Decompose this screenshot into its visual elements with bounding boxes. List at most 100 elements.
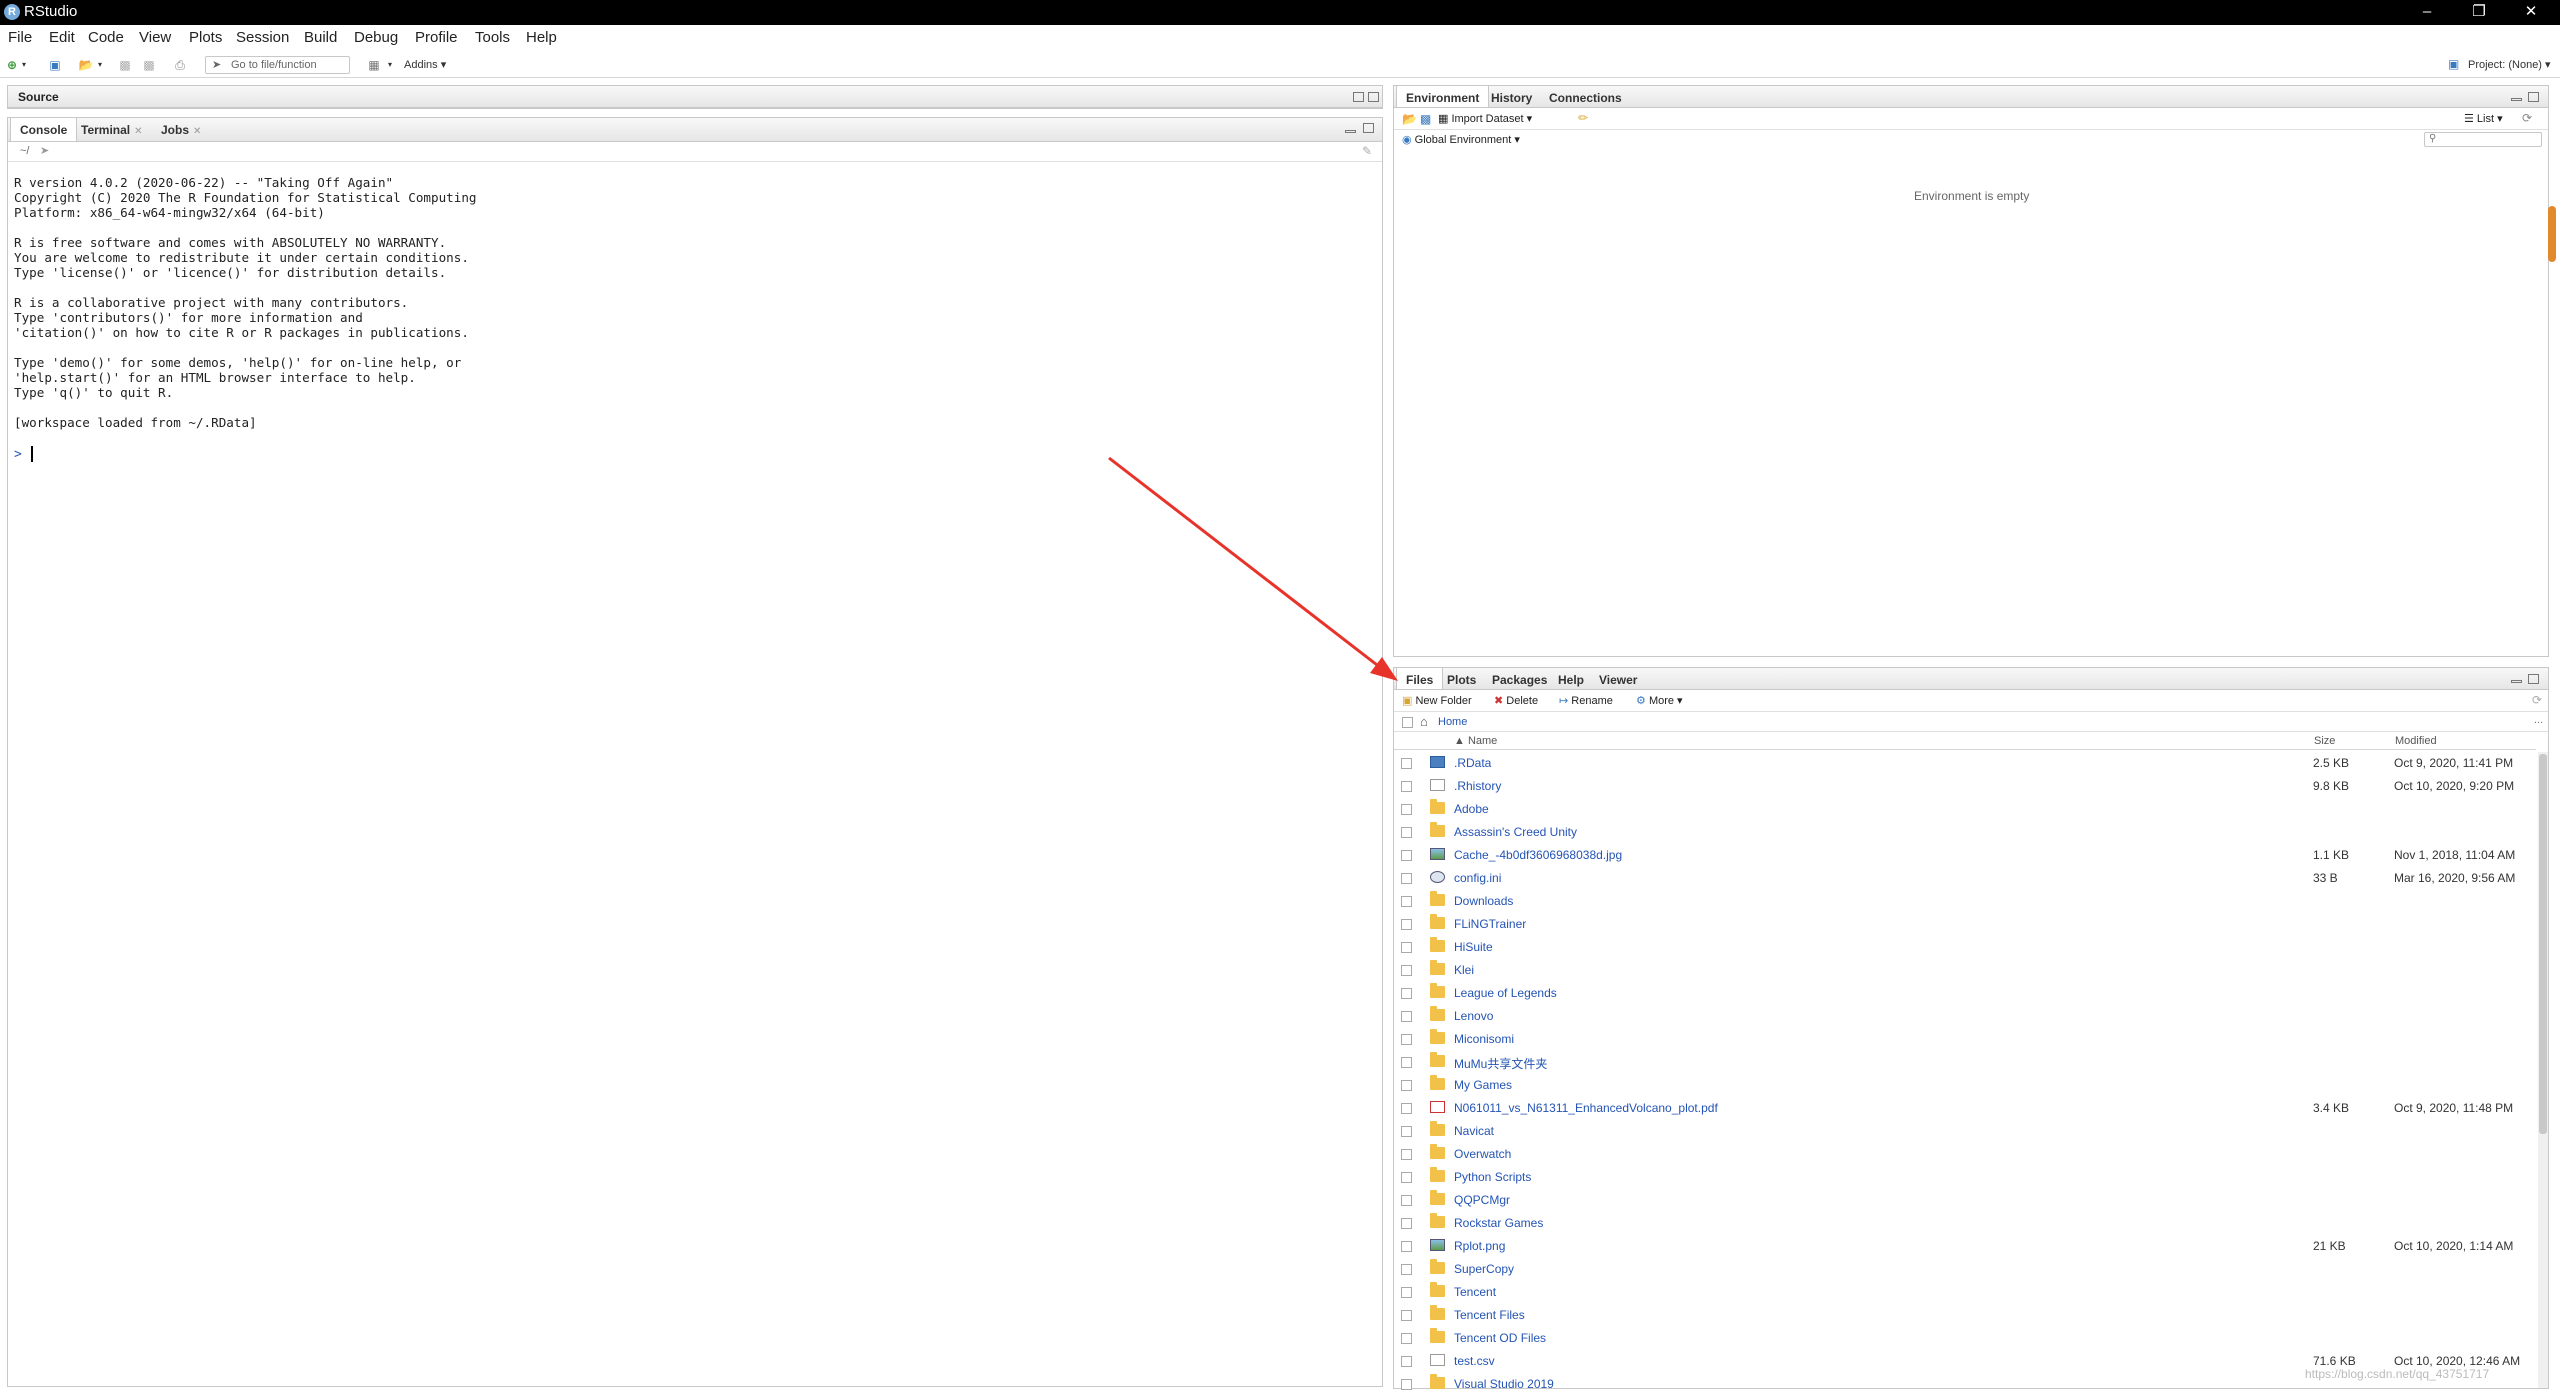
file-row-checkbox[interactable]	[1401, 1195, 1412, 1206]
file-row-checkbox[interactable]	[1401, 919, 1412, 930]
file-row[interactable]: Python Scripts	[1393, 1166, 2541, 1189]
file-name[interactable]: Tencent OD Files	[1454, 1331, 1546, 1345]
file-row[interactable]: config.ini 33 B Mar 16, 2020, 9:56 AM	[1393, 867, 2541, 890]
new-project-icon[interactable]: ▣	[46, 58, 64, 72]
file-name[interactable]: test.csv	[1454, 1354, 1495, 1368]
file-row[interactable]: .RData 2.5 KB Oct 9, 2020, 11:41 PM	[1393, 752, 2541, 775]
menu-edit[interactable]: Edit	[49, 29, 75, 46]
file-name[interactable]: My Games	[1454, 1078, 1512, 1092]
scroll-indicator[interactable]	[2548, 206, 2556, 262]
file-name[interactable]: Cache_-4b0df3606968038d.jpg	[1454, 848, 1622, 862]
file-row[interactable]: N061011_vs_N61311_EnhancedVolcano_plot.p…	[1393, 1097, 2541, 1120]
file-row[interactable]: SuperCopy	[1393, 1258, 2541, 1281]
file-row-checkbox[interactable]	[1401, 873, 1412, 884]
go-to-directory-icon[interactable]: ➤	[40, 144, 49, 157]
select-all-checkbox[interactable]	[1402, 717, 1413, 728]
addins-menu[interactable]: Addins ▾	[404, 58, 446, 71]
more-path-button[interactable]: ...	[2534, 714, 2543, 726]
minimize-pane-icon[interactable]	[2511, 680, 2522, 683]
file-row[interactable]: Navicat	[1393, 1120, 2541, 1143]
file-name[interactable]: Klei	[1454, 963, 1474, 977]
file-row-checkbox[interactable]	[1401, 1264, 1412, 1275]
file-row[interactable]: Lenovo	[1393, 1005, 2541, 1028]
tab-plots[interactable]: Plots	[1438, 668, 1485, 689]
file-row-checkbox[interactable]	[1401, 827, 1412, 838]
file-row-checkbox[interactable]	[1401, 804, 1412, 815]
open-file-icon[interactable]: 📂	[78, 58, 94, 72]
file-name[interactable]: Rockstar Games	[1454, 1216, 1543, 1230]
minimize-pane-icon[interactable]	[1345, 130, 1356, 133]
restore-pane-icon[interactable]	[1353, 92, 1364, 102]
menu-session[interactable]: Session	[236, 29, 289, 46]
file-name[interactable]: Rplot.png	[1454, 1239, 1505, 1253]
tab-terminal[interactable]: Terminal ✕	[72, 118, 152, 141]
minimize-window-button[interactable]: –	[2404, 1, 2450, 23]
rename-button[interactable]: ↦ Rename	[1559, 694, 1613, 707]
refresh-icon[interactable]: ⟳	[2532, 693, 2542, 707]
file-row-checkbox[interactable]	[1401, 1057, 1412, 1068]
menu-profile[interactable]: Profile	[415, 29, 458, 46]
file-row-checkbox[interactable]	[1401, 781, 1412, 792]
maximize-pane-icon[interactable]	[1368, 92, 1379, 102]
file-row[interactable]: Tencent OD Files	[1393, 1327, 2541, 1350]
restore-window-button[interactable]: ❐	[2456, 1, 2502, 23]
new-file-icon[interactable]: ⊕	[6, 58, 18, 72]
delete-button[interactable]: ✖ Delete	[1494, 694, 1538, 707]
save-workspace-icon[interactable]: ▩	[1420, 112, 1431, 126]
column-size-header[interactable]: Size	[2314, 735, 2335, 747]
file-name[interactable]: Assassin's Creed Unity	[1454, 825, 1577, 839]
menu-tools[interactable]: Tools	[475, 29, 510, 46]
file-name[interactable]: Miconisomi	[1454, 1032, 1514, 1046]
file-name[interactable]: Adobe	[1454, 802, 1489, 816]
file-row[interactable]: MuMu共享文件夹	[1393, 1051, 2541, 1074]
console-input-caret[interactable]	[31, 446, 33, 462]
file-name[interactable]: League of Legends	[1454, 986, 1557, 1000]
file-row-checkbox[interactable]	[1401, 1011, 1412, 1022]
refresh-icon[interactable]: ⟳	[2522, 111, 2532, 125]
file-name[interactable]: config.ini	[1454, 871, 1501, 885]
file-row-checkbox[interactable]	[1401, 1379, 1412, 1390]
menu-build[interactable]: Build	[304, 29, 337, 46]
file-name[interactable]: SuperCopy	[1454, 1262, 1514, 1276]
file-row-checkbox[interactable]	[1401, 1356, 1412, 1367]
file-row[interactable]: .Rhistory 9.8 KB Oct 10, 2020, 9:20 PM	[1393, 775, 2541, 798]
file-row[interactable]: Tencent	[1393, 1281, 2541, 1304]
file-row-checkbox[interactable]	[1401, 1103, 1412, 1114]
file-row-checkbox[interactable]	[1401, 896, 1412, 907]
file-row-checkbox[interactable]	[1401, 1333, 1412, 1344]
env-search-input[interactable]: ⚲	[2424, 132, 2542, 147]
column-name-header[interactable]: ▲ Name	[1454, 735, 1497, 747]
file-name[interactable]: Lenovo	[1454, 1009, 1493, 1023]
new-folder-button[interactable]: ▣ New Folder	[1402, 694, 1472, 707]
broom-icon[interactable]: ✏	[1578, 111, 1588, 125]
file-row[interactable]: Tencent Files	[1393, 1304, 2541, 1327]
tab-console[interactable]: Console	[10, 118, 78, 141]
tab-files[interactable]: Files	[1396, 668, 1444, 689]
file-name[interactable]: FLiNGTrainer	[1454, 917, 1526, 931]
tab-connections[interactable]: Connections	[1540, 86, 1631, 107]
breadcrumb-home[interactable]: Home	[1438, 716, 1467, 728]
file-name[interactable]: QQPCMgr	[1454, 1193, 1510, 1207]
chevron-down-icon[interactable]: ▾	[386, 58, 394, 72]
maximize-pane-icon[interactable]	[2528, 674, 2539, 684]
file-name[interactable]: Overwatch	[1454, 1147, 1511, 1161]
file-row-checkbox[interactable]	[1401, 1172, 1412, 1183]
maximize-pane-icon[interactable]	[2528, 92, 2539, 102]
file-row-checkbox[interactable]	[1401, 965, 1412, 976]
view-mode-menu[interactable]: ☰ List ▾	[2464, 112, 2503, 125]
more-menu[interactable]: ⚙ More ▾	[1636, 694, 1683, 707]
minimize-pane-icon[interactable]	[2511, 98, 2522, 101]
file-name[interactable]: HiSuite	[1454, 940, 1493, 954]
chevron-down-icon[interactable]: ▾	[96, 58, 104, 72]
scope-menu[interactable]: ◉ Global Environment ▾	[1402, 133, 1520, 146]
file-name[interactable]: Tencent	[1454, 1285, 1496, 1299]
file-row[interactable]: Visual Studio 2019	[1393, 1373, 2541, 1396]
file-name[interactable]: .RData	[1454, 756, 1491, 770]
menu-code[interactable]: Code	[88, 29, 124, 46]
file-row-checkbox[interactable]	[1401, 1080, 1412, 1091]
file-row-checkbox[interactable]	[1401, 850, 1412, 861]
import-dataset-menu[interactable]: ▦ Import Dataset ▾	[1438, 112, 1532, 125]
file-row[interactable]: Downloads	[1393, 890, 2541, 913]
file-row-checkbox[interactable]	[1401, 1218, 1412, 1229]
file-row[interactable]: Rplot.png 21 KB Oct 10, 2020, 1:14 AM	[1393, 1235, 2541, 1258]
